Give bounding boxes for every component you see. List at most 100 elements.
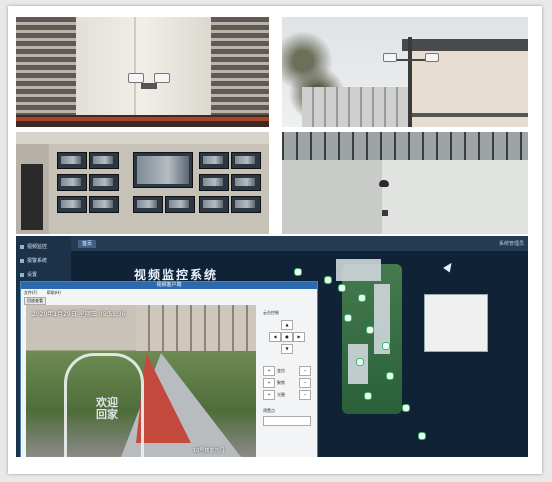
- menu-file[interactable]: 文件(F): [24, 290, 37, 295]
- monitor: [199, 174, 229, 191]
- top-bar: 系统管理员: [71, 236, 528, 251]
- camera-marker-icon[interactable]: [358, 294, 366, 302]
- monitor: [89, 196, 119, 213]
- bullet-camera-icon: [425, 53, 439, 62]
- focus-near-button[interactable]: +: [263, 378, 275, 388]
- monitor: [231, 174, 261, 191]
- ptz-right-button[interactable]: ▶: [293, 332, 305, 342]
- tab-home[interactable]: 首页: [78, 240, 97, 248]
- menu-icon: [20, 244, 24, 249]
- wall-right: [382, 160, 528, 234]
- dome-camera-icon: [379, 180, 389, 187]
- ptz-center-button[interactable]: ●: [281, 332, 293, 342]
- video-building: [136, 305, 256, 351]
- monitor: [165, 196, 195, 213]
- server-rack: [21, 164, 43, 230]
- grid-ceiling: [282, 132, 528, 160]
- photo-wall-mounted-cameras: [16, 17, 269, 127]
- monitor: [57, 196, 87, 213]
- monitor: [57, 174, 87, 191]
- camera-marker-icon[interactable]: [418, 432, 426, 440]
- live-video-feed[interactable]: 欢迎回家 2020年1月29日 星期三 09:51:36 10号楼单元门: [26, 305, 256, 457]
- sidebar-item-alarm[interactable]: 报警系统: [20, 256, 68, 266]
- camera-marker-icon[interactable]: [382, 342, 390, 350]
- ptz-control-panel: 云台控制 ▲ ◀ ● ▶ ▼ + 变倍 − + 聚焦 − + 光圈 − 预置点: [261, 308, 313, 456]
- window-title: 视频客户端: [21, 282, 317, 289]
- photo-monitoring-software: 视频监控 报警系统 设置 系统管理员 首页 视频监控系统 视频客户端 文件(F)…: [16, 236, 528, 457]
- ptz-up-button[interactable]: ▲: [281, 320, 293, 330]
- monitor: [199, 196, 229, 213]
- monitor-large: [133, 152, 193, 188]
- iris-label: 光圈: [277, 392, 285, 397]
- bullet-camera-icon: [128, 73, 144, 83]
- wall-base: [16, 115, 269, 127]
- menu-help[interactable]: 帮助(H): [47, 290, 61, 295]
- zoom-out-button[interactable]: −: [299, 366, 311, 376]
- camera-pole: [408, 37, 412, 127]
- sidebar-item-video[interactable]: 视频监控: [20, 242, 68, 252]
- camera-marker-icon[interactable]: [294, 268, 302, 276]
- louver-right: [211, 17, 269, 115]
- video-camera-name: 10号楼单元门: [193, 448, 225, 454]
- user-label[interactable]: 系统管理员: [499, 240, 524, 247]
- monitor: [89, 152, 119, 169]
- monitor: [199, 152, 229, 169]
- video-client-window[interactable]: 视频客户端 文件(F) 帮助(H) 回放查看 欢迎回家 2020年1月29日 星…: [20, 281, 318, 457]
- iris-open-button[interactable]: +: [263, 390, 275, 400]
- wall-stripe: [412, 113, 528, 117]
- menu-icon: [20, 272, 24, 277]
- site-map[interactable]: [294, 254, 514, 457]
- ptz-down-button[interactable]: ▼: [281, 344, 293, 354]
- iris-close-button[interactable]: −: [299, 390, 311, 400]
- bullet-camera-icon: [154, 73, 170, 83]
- building-block: [336, 259, 381, 281]
- louver-left: [16, 17, 76, 115]
- photo-ceiling-dome-camera: [282, 132, 528, 234]
- camera-marker-icon[interactable]: [324, 276, 332, 284]
- focus-label: 聚焦: [277, 380, 285, 385]
- wall-left: [282, 160, 382, 234]
- focus-far-button[interactable]: −: [299, 378, 311, 388]
- apartment-building: [302, 87, 412, 127]
- green-area: [342, 264, 402, 414]
- sidebar-item-label: 报警系统: [27, 258, 48, 264]
- video-wall: [49, 144, 269, 234]
- camera-marker-icon[interactable]: [344, 314, 352, 322]
- sidebar-item-label: 视频监控: [27, 244, 48, 250]
- bullet-camera-icon: [383, 53, 397, 62]
- zoom-in-button[interactable]: +: [263, 366, 275, 376]
- photo-monitoring-control-room: [16, 132, 269, 234]
- menu-icon: [20, 258, 24, 263]
- monitor: [89, 174, 119, 191]
- video-timestamp: 2020年1月29日 星期三 09:51:36: [32, 311, 126, 318]
- ptz-title: 云台控制: [263, 310, 279, 315]
- camera-marker-icon[interactable]: [402, 404, 410, 412]
- playback-button[interactable]: 回放查看: [24, 297, 46, 305]
- ceiling: [16, 132, 269, 144]
- preset-select[interactable]: [263, 416, 311, 426]
- sensor-icon: [382, 210, 388, 216]
- sidebar-item-settings[interactable]: 设置: [20, 270, 68, 280]
- preset-label: 预置点: [263, 408, 275, 413]
- sidebar-item-label: 设置: [27, 272, 38, 278]
- floor-plan-thumbnail[interactable]: [424, 294, 488, 352]
- monitor: [57, 152, 87, 169]
- menu-bar: 文件(F) 帮助(H): [24, 290, 69, 296]
- camera-marker-icon[interactable]: [386, 372, 394, 380]
- stone-pillar: [76, 17, 211, 115]
- monitor: [231, 152, 261, 169]
- camera-mount: [141, 83, 157, 89]
- ptz-left-button[interactable]: ◀: [269, 332, 281, 342]
- pillar-seam: [134, 17, 136, 115]
- video-red-path: [136, 353, 191, 443]
- gate-sign-text: 欢迎回家: [96, 396, 118, 421]
- photo-pole-mounted-cameras: [282, 17, 528, 127]
- zoom-label: 变倍: [277, 368, 285, 373]
- camera-marker-icon[interactable]: [338, 284, 346, 292]
- monitor: [133, 196, 163, 213]
- roof-eave: [402, 39, 528, 51]
- camera-marker-icon[interactable]: [366, 326, 374, 334]
- monitor: [231, 196, 261, 213]
- camera-marker-icon[interactable]: [356, 358, 364, 366]
- camera-marker-icon[interactable]: [364, 392, 372, 400]
